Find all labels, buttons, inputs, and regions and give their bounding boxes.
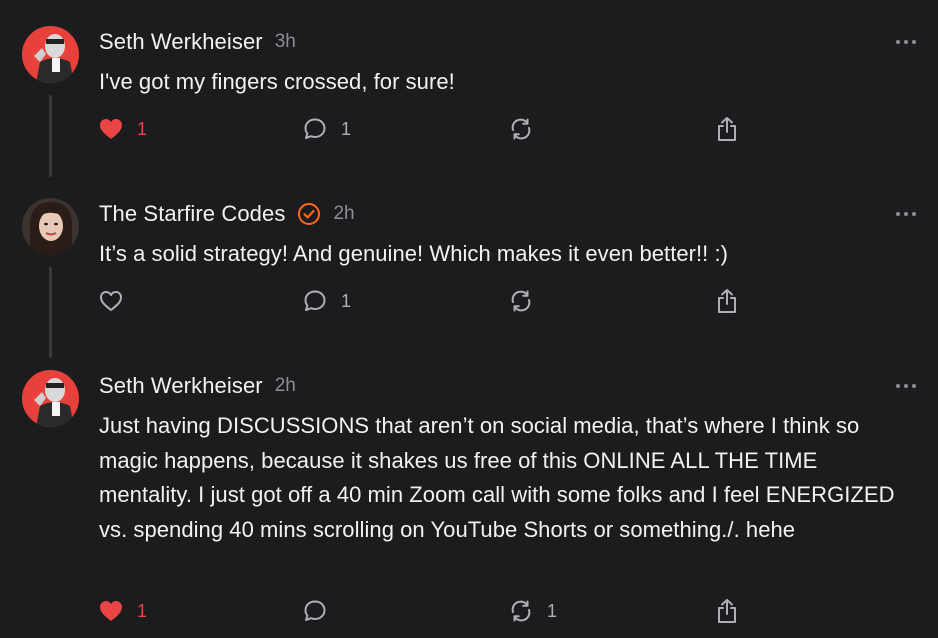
share-icon [715,116,739,142]
heart-icon [99,600,123,622]
speech-bubble-icon [303,289,327,313]
verified-check-icon [297,202,321,226]
restack-icon [509,289,533,313]
timestamp[interactable]: 2h [333,203,354,225]
timestamp[interactable]: 3h [275,31,296,53]
like-button[interactable]: 1 [99,598,147,624]
share-button[interactable] [715,116,739,142]
timestamp[interactable]: 2h [275,375,296,397]
ellipsis-icon[interactable] [896,34,916,50]
comment-header: Seth Werkheiser 2h [99,373,296,399]
comment-header: Seth Werkheiser 3h [99,29,296,55]
like-count: 1 [137,600,148,621]
restack-count: 1 [547,600,558,621]
speech-bubble-icon [303,599,327,623]
avatar[interactable] [22,198,79,255]
comment-text: Just having DISCUSSIONS that aren’t on s… [99,413,895,542]
reply-button[interactable]: 1 [303,116,351,142]
restack-button[interactable] [509,288,547,314]
restack-icon [509,599,533,623]
author-name[interactable]: The Starfire Codes [99,201,285,227]
like-button[interactable] [99,288,137,314]
like-button[interactable]: 1 [99,116,147,142]
share-button[interactable] [715,598,739,624]
heart-icon [99,290,123,312]
thread-line [49,95,52,177]
thread-line [49,267,52,358]
restack-button[interactable]: 1 [509,598,557,624]
reply-button[interactable]: 1 [303,288,351,314]
speech-bubble-icon [303,117,327,141]
comment-header: The Starfire Codes 2h [99,201,355,227]
restack-icon [509,117,533,141]
share-icon [715,598,739,624]
like-count: 1 [137,118,148,139]
reply-button[interactable] [303,598,341,624]
comment-text: I've got my fingers crossed, for sure! [99,69,455,94]
restack-button[interactable] [509,116,547,142]
avatar[interactable] [22,370,79,427]
comment-actions: 1 1 [99,116,759,142]
comment-text: It’s a solid strategy! And genuine! Whic… [99,241,729,266]
heart-icon [99,118,123,140]
comment-actions: 1 1 [99,598,759,624]
ellipsis-icon[interactable] [896,206,916,222]
share-icon [715,288,739,314]
comment-actions: 1 [99,288,759,314]
share-button[interactable] [715,288,739,314]
author-name[interactable]: Seth Werkheiser [99,373,263,399]
avatar[interactable] [22,26,79,83]
reply-count: 1 [341,290,352,311]
ellipsis-icon[interactable] [896,378,916,394]
comment-thread: Seth Werkheiser 3h I've got my fingers c… [0,0,938,638]
reply-count: 1 [341,118,352,139]
author-name[interactable]: Seth Werkheiser [99,29,263,55]
